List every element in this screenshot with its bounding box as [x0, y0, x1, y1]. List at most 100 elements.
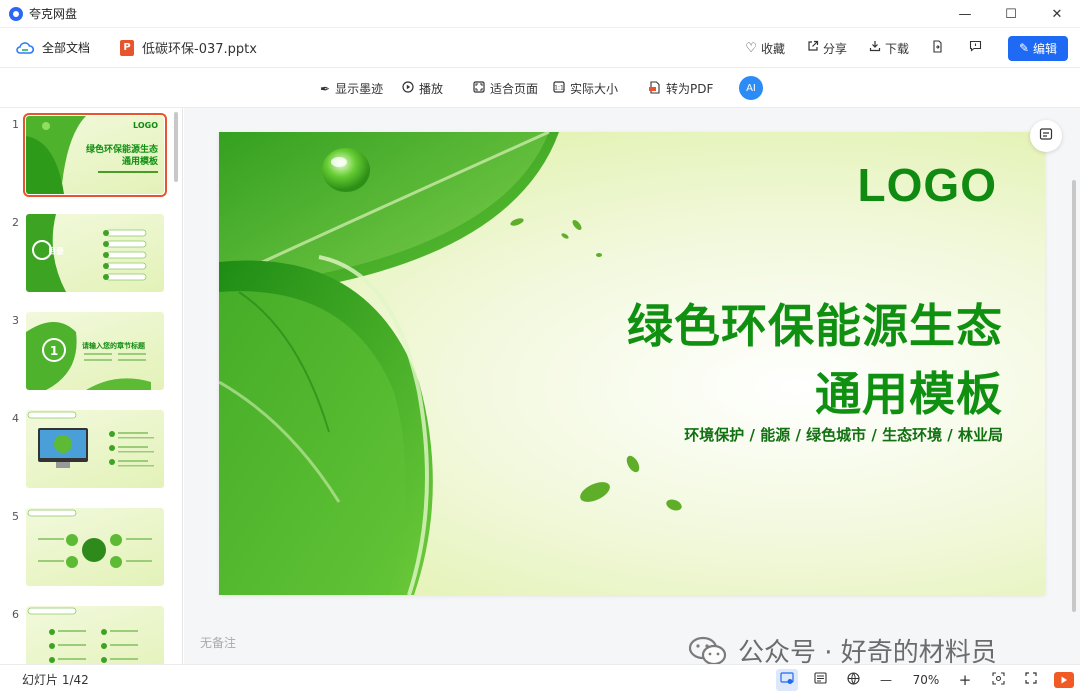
document-actions: ♡ 收藏 分享 下载 ✎ 编辑 — [723, 28, 1068, 68]
minus-icon: — — [880, 672, 892, 687]
thumbnail-badge: 1 — [50, 344, 58, 358]
speaker-notes[interactable]: 无备注 — [200, 634, 236, 651]
play-circle-icon — [402, 81, 414, 96]
wechat-icon — [688, 636, 728, 666]
thumbnail-image — [26, 508, 164, 586]
thumbnail-title: 绿色环保能源生态 — [86, 143, 158, 155]
zoom-level: 70% — [912, 672, 940, 687]
thumbnail-slide-5[interactable]: 5 — [0, 508, 176, 592]
thumbnail-slide-1[interactable]: 1 LOGO 绿色环保能源生态 通用模板 — [0, 113, 176, 200]
zoom-in-button[interactable]: + — [954, 669, 976, 691]
quark-logo-icon — [9, 6, 23, 21]
thumbnail-image — [26, 606, 164, 664]
edit-label: 编辑 — [1033, 41, 1058, 56]
normal-view-button[interactable] — [776, 668, 798, 691]
actual-size-label: 实际大小 — [570, 82, 619, 96]
thumbnail-title: 请输入您的章节标题 — [82, 341, 146, 350]
thumbnail-slide-6[interactable]: 6 — [0, 606, 176, 664]
window-controls: — ☐ ✕ — [942, 0, 1080, 28]
fullscreen-icon — [1025, 672, 1037, 687]
web-view-button[interactable] — [842, 669, 864, 691]
document-header: 全部文档 P 低碳环保-037.pptx ♡ 收藏 分享 下载 ✎ 编辑 — [0, 28, 1080, 68]
slide-title-line-2: 通用模板 — [815, 367, 1003, 421]
export-button[interactable] — [931, 39, 947, 57]
thumbnail-number: 1 — [12, 118, 19, 131]
thumbnail-title: 目录 — [48, 247, 64, 256]
slide-thumbnails-panel: 1 LOGO 绿色环保能源生态 通用模板 2 目录 3 1 请输入您的章节标题 … — [0, 108, 183, 664]
cloud-icon[interactable] — [16, 41, 35, 55]
close-button[interactable]: ✕ — [1034, 0, 1080, 28]
play-button[interactable]: 播放 — [402, 80, 443, 97]
download-label: 下载 — [884, 41, 909, 56]
minimize-button[interactable]: — — [942, 0, 988, 28]
zoom-out-button[interactable]: — — [875, 669, 897, 691]
share-icon — [807, 40, 819, 56]
actual-size-button[interactable]: 1:1 实际大小 — [553, 80, 618, 97]
actual-size-icon: 1:1 — [553, 81, 565, 96]
thumbnail-slide-4[interactable]: 4 — [0, 410, 176, 494]
globe-icon — [846, 671, 860, 688]
play-icon — [1060, 673, 1068, 687]
thumbnail-number: 5 — [12, 510, 19, 523]
current-slide: LOGO 绿色环保能源生态 通用模板 环境保护 / 能源 / 绿色城市 / 生态… — [219, 132, 1045, 595]
show-ink-label: 显示墨迹 — [335, 82, 384, 96]
edit-button[interactable]: ✎ 编辑 — [1008, 35, 1068, 61]
ai-assistant-button[interactable]: AI — [739, 76, 763, 100]
notes-view-button[interactable] — [809, 669, 831, 691]
download-icon — [869, 40, 881, 56]
fullscreen-button[interactable] — [1020, 669, 1042, 691]
fit-screen-icon — [991, 671, 1005, 688]
all-documents-link[interactable]: 全部文档 — [42, 39, 90, 56]
status-tools: — 70% + — [765, 665, 1074, 693]
share-button[interactable]: 分享 — [807, 40, 847, 57]
svg-text:1:1: 1:1 — [554, 85, 564, 92]
status-bar: 幻灯片 1/42 — 70% + — [0, 664, 1080, 693]
slide-subtitle: 环境保护 / 能源 / 绿色城市 / 生态环境 / 林业局 — [684, 426, 1003, 444]
thumbnail-image: 1 请输入您的章节标题 — [26, 312, 164, 390]
fit-page-label: 适合页面 — [490, 82, 539, 96]
feedback-button[interactable] — [969, 40, 986, 56]
thumbnail-number: 3 — [12, 314, 19, 327]
heart-icon: ♡ — [745, 40, 757, 56]
maximize-button[interactable]: ☐ — [988, 0, 1034, 28]
slide-logo: LOGO — [857, 159, 997, 211]
slide-viewer-scrollbar[interactable] — [1072, 180, 1076, 612]
convert-pdf-button[interactable]: 转为PDF — [648, 80, 713, 97]
file-name: 低碳环保-037.pptx — [142, 42, 257, 57]
pdf-icon — [648, 80, 661, 97]
plus-icon: + — [958, 670, 972, 689]
app-title: 夸克网盘 — [29, 7, 78, 21]
download-button[interactable]: 下载 — [869, 40, 909, 57]
show-ink-button[interactable]: ✒ 显示墨迹 — [320, 80, 383, 97]
thumbnail-number: 2 — [12, 216, 19, 229]
fit-page-button[interactable]: 适合页面 — [473, 80, 538, 97]
notes-panel-icon — [1039, 127, 1053, 145]
slide-counter: 幻灯片 1/42 — [22, 672, 89, 687]
presentation-toolbar: ✒ 显示墨迹 播放 适合页面 1:1 实际大小 转为PDF — [0, 68, 1080, 108]
thumbnail-number: 4 — [12, 412, 19, 425]
comment-icon — [969, 40, 982, 56]
fit-window-button[interactable] — [987, 669, 1009, 691]
quill-icon: ✒ — [320, 81, 331, 96]
share-label: 分享 — [822, 41, 847, 56]
slide-viewer: LOGO 绿色环保能源生态 通用模板 环境保护 / 能源 / 绿色城市 / 生态… — [184, 108, 1080, 664]
slideshow-play-button[interactable] — [1054, 671, 1074, 688]
thumbnail-image: LOGO 绿色环保能源生态 通用模板 — [23, 113, 167, 197]
convert-pdf-label: 转为PDF — [666, 82, 714, 96]
slide-view-icon — [780, 671, 794, 688]
favorite-label: 收藏 — [760, 41, 785, 56]
export-file-icon — [931, 39, 943, 57]
title-bar: 夸克网盘 — ☐ ✕ — [0, 0, 1080, 28]
thumbnail-title-2: 通用模板 — [122, 155, 159, 167]
thumbnail-image — [26, 410, 164, 488]
play-label: 播放 — [419, 82, 444, 96]
thumbnail-slide-3[interactable]: 3 1 请输入您的章节标题 — [0, 312, 176, 396]
thumbnail-slide-2[interactable]: 2 目录 — [0, 214, 176, 298]
fit-page-icon — [473, 81, 485, 96]
slide-notes-toggle-button[interactable] — [1030, 120, 1062, 152]
thumbnail-number: 6 — [12, 608, 19, 621]
thumbnail-scrollbar[interactable] — [174, 112, 178, 182]
favorite-button[interactable]: ♡ 收藏 — [745, 40, 785, 57]
pencil-icon: ✎ — [1018, 41, 1030, 55]
slide-title-line-1: 绿色环保能源生态 — [627, 299, 1003, 353]
